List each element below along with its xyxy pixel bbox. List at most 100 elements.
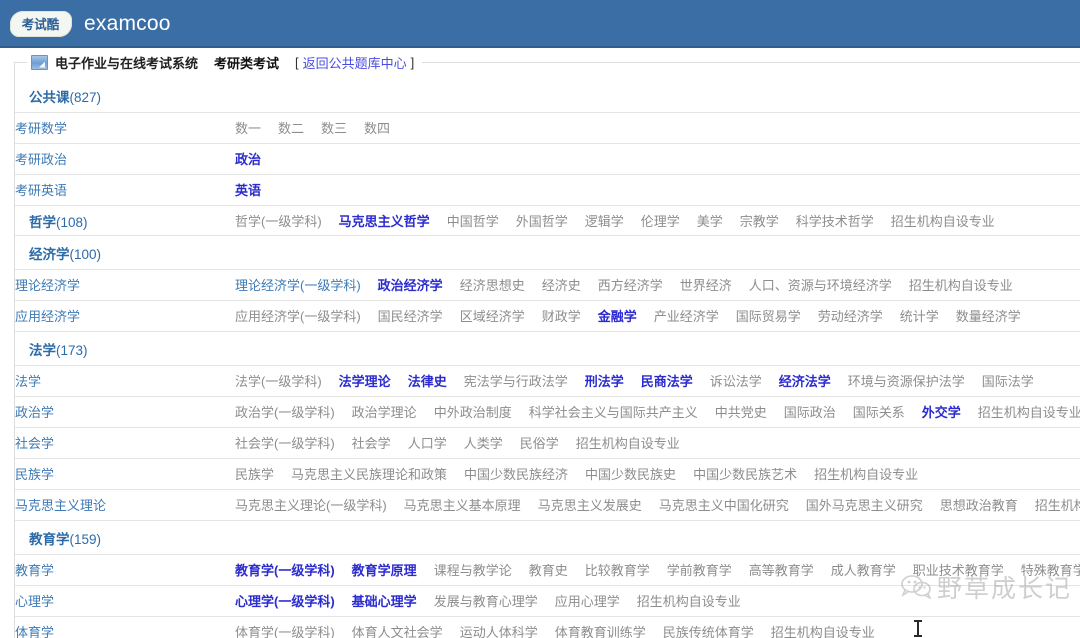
subject-link[interactable]: 民族传统体育学 bbox=[663, 625, 754, 638]
subject-link[interactable]: 招生机构自设专业 bbox=[814, 467, 918, 482]
subject-link[interactable]: 西方经济学 bbox=[598, 278, 663, 293]
subject-link[interactable]: 社会学(一级学科) bbox=[235, 436, 335, 451]
subject-link[interactable]: 特殊教育学 bbox=[1021, 563, 1080, 578]
subject-link[interactable]: 财政学 bbox=[542, 309, 581, 324]
subject-link[interactable]: 运动人体科学 bbox=[460, 625, 538, 638]
subject-link[interactable]: 科学技术哲学 bbox=[796, 214, 874, 229]
subject-link[interactable]: 心理学(一级学科) bbox=[235, 594, 335, 609]
subject-link[interactable]: 金融学 bbox=[598, 309, 637, 324]
subject-link[interactable]: 学前教育学 bbox=[667, 563, 732, 578]
subject-link[interactable]: 刑法学 bbox=[585, 374, 624, 389]
subject-link[interactable]: 马克思主义理论(一级学科) bbox=[235, 498, 387, 513]
subject-link[interactable]: 数一 bbox=[235, 121, 261, 136]
subject-link[interactable]: 教育史 bbox=[529, 563, 568, 578]
discipline-link[interactable]: 政治学 bbox=[15, 405, 54, 420]
subject-link[interactable]: 应用心理学 bbox=[555, 594, 620, 609]
subject-link[interactable]: 马克思主义基本原理 bbox=[404, 498, 521, 513]
discipline-link[interactable]: 教育学 bbox=[15, 563, 54, 578]
subject-link[interactable]: 中共党史 bbox=[715, 405, 767, 420]
subject-link[interactable]: 国际政治 bbox=[784, 405, 836, 420]
subject-link[interactable]: 诉讼法学 bbox=[710, 374, 762, 389]
subject-link[interactable]: 民族学 bbox=[235, 467, 274, 482]
subject-link[interactable]: 比较教育学 bbox=[585, 563, 650, 578]
subject-link[interactable]: 国际贸易学 bbox=[736, 309, 801, 324]
subject-link[interactable]: 英语 bbox=[235, 183, 261, 198]
subject-link[interactable]: 国民经济学 bbox=[378, 309, 443, 324]
subject-link[interactable]: 应用经济学(一级学科) bbox=[235, 309, 361, 324]
discipline-link[interactable]: 考研英语 bbox=[15, 183, 67, 198]
subject-link[interactable]: 哲学(一级学科) bbox=[235, 214, 322, 229]
subject-link[interactable]: 招生机构自设专业 bbox=[891, 214, 995, 229]
subject-link[interactable]: 招生机构自设专业 bbox=[576, 436, 680, 451]
subject-link[interactable]: 数三 bbox=[321, 121, 347, 136]
subject-link[interactable]: 法学理论 bbox=[339, 374, 391, 389]
subject-link[interactable]: 中国少数民族经济 bbox=[464, 467, 568, 482]
subject-link[interactable]: 伦理学 bbox=[641, 214, 680, 229]
subject-link[interactable]: 科学社会主义与国际共产主义 bbox=[529, 405, 698, 420]
subject-link[interactable]: 中国少数民族艺术 bbox=[693, 467, 797, 482]
subject-link[interactable]: 经济思想史 bbox=[460, 278, 525, 293]
subject-link[interactable]: 体育人文社会学 bbox=[352, 625, 443, 638]
subject-link[interactable]: 中国哲学 bbox=[447, 214, 499, 229]
subject-link[interactable]: 环境与资源保护法学 bbox=[848, 374, 965, 389]
subject-link[interactable]: 产业经济学 bbox=[654, 309, 719, 324]
subject-link[interactable]: 成人教育学 bbox=[831, 563, 896, 578]
subject-link[interactable]: 体育教育训练学 bbox=[555, 625, 646, 638]
subject-link[interactable]: 政治学理论 bbox=[352, 405, 417, 420]
discipline-link[interactable]: 马克思主义理论 bbox=[15, 498, 106, 513]
subject-link[interactable]: 国外马克思主义研究 bbox=[806, 498, 923, 513]
subject-link[interactable]: 马克思主义民族理论和政策 bbox=[291, 467, 447, 482]
subject-link[interactable]: 民商法学 bbox=[641, 374, 693, 389]
subject-link[interactable]: 统计学 bbox=[900, 309, 939, 324]
subject-link[interactable]: 数二 bbox=[278, 121, 304, 136]
subject-link[interactable]: 招生机构自设专业 bbox=[771, 625, 875, 638]
subject-link[interactable]: 政治经济学 bbox=[378, 278, 443, 293]
subject-link[interactable]: 招生机构自设专业 bbox=[1035, 498, 1080, 513]
back-to-public-bank-link[interactable]: 返回公共题库中心 bbox=[299, 53, 411, 72]
subject-link[interactable]: 劳动经济学 bbox=[818, 309, 883, 324]
discipline-link[interactable]: 考研政治 bbox=[15, 152, 67, 167]
subject-link[interactable]: 经济史 bbox=[542, 278, 581, 293]
subject-link[interactable]: 人口学 bbox=[408, 436, 447, 451]
subject-link[interactable]: 社会学 bbox=[352, 436, 391, 451]
subject-link[interactable]: 体育学(一级学科) bbox=[235, 625, 335, 638]
subject-link[interactable]: 理论经济学(一级学科) bbox=[235, 278, 361, 293]
subject-link[interactable]: 马克思主义发展史 bbox=[538, 498, 642, 513]
subject-link[interactable]: 国际法学 bbox=[982, 374, 1034, 389]
discipline-link[interactable]: 法学 bbox=[15, 374, 41, 389]
subject-link[interactable]: 政治 bbox=[235, 152, 261, 167]
subject-link[interactable]: 马克思主义中国化研究 bbox=[659, 498, 789, 513]
subject-link[interactable]: 民俗学 bbox=[520, 436, 559, 451]
subject-link[interactable]: 数量经济学 bbox=[956, 309, 1021, 324]
subject-link[interactable]: 政治学(一级学科) bbox=[235, 405, 335, 420]
subject-link[interactable]: 招生机构自设专业 bbox=[909, 278, 1013, 293]
discipline-link[interactable]: 应用经济学 bbox=[15, 309, 80, 324]
examcoo-logo[interactable]: 考试酷 bbox=[10, 11, 72, 37]
subject-link[interactable]: 世界经济 bbox=[680, 278, 732, 293]
discipline-link[interactable]: 理论经济学 bbox=[15, 278, 80, 293]
subject-link[interactable]: 发展与教育心理学 bbox=[434, 594, 538, 609]
subject-link[interactable]: 美学 bbox=[697, 214, 723, 229]
subject-link[interactable]: 外交学 bbox=[922, 405, 961, 420]
subject-link[interactable]: 招生机构自设专业 bbox=[637, 594, 741, 609]
subject-link[interactable]: 人类学 bbox=[464, 436, 503, 451]
subject-link[interactable]: 宗教学 bbox=[740, 214, 779, 229]
subject-link[interactable]: 经济法学 bbox=[779, 374, 831, 389]
subject-link[interactable]: 中外政治制度 bbox=[434, 405, 512, 420]
subject-link[interactable]: 外国哲学 bbox=[516, 214, 568, 229]
subject-link[interactable]: 思想政治教育 bbox=[940, 498, 1018, 513]
discipline-link[interactable]: 心理学 bbox=[15, 594, 54, 609]
subject-link[interactable]: 区域经济学 bbox=[460, 309, 525, 324]
subject-link[interactable]: 招生机构自设专业 bbox=[978, 405, 1080, 420]
subject-link[interactable]: 宪法学与行政法学 bbox=[464, 374, 568, 389]
discipline-link[interactable]: 体育学 bbox=[15, 625, 54, 638]
subject-link[interactable]: 教育学原理 bbox=[352, 563, 417, 578]
subject-link[interactable]: 国际关系 bbox=[853, 405, 905, 420]
subject-link[interactable]: 中国少数民族史 bbox=[585, 467, 676, 482]
subject-link[interactable]: 课程与教学论 bbox=[434, 563, 512, 578]
discipline-link[interactable]: 考研数学 bbox=[15, 121, 67, 136]
subject-link[interactable]: 职业技术教育学 bbox=[913, 563, 1004, 578]
subject-link[interactable]: 法律史 bbox=[408, 374, 447, 389]
subject-link[interactable]: 法学(一级学科) bbox=[235, 374, 322, 389]
subject-link[interactable]: 教育学(一级学科) bbox=[235, 563, 335, 578]
